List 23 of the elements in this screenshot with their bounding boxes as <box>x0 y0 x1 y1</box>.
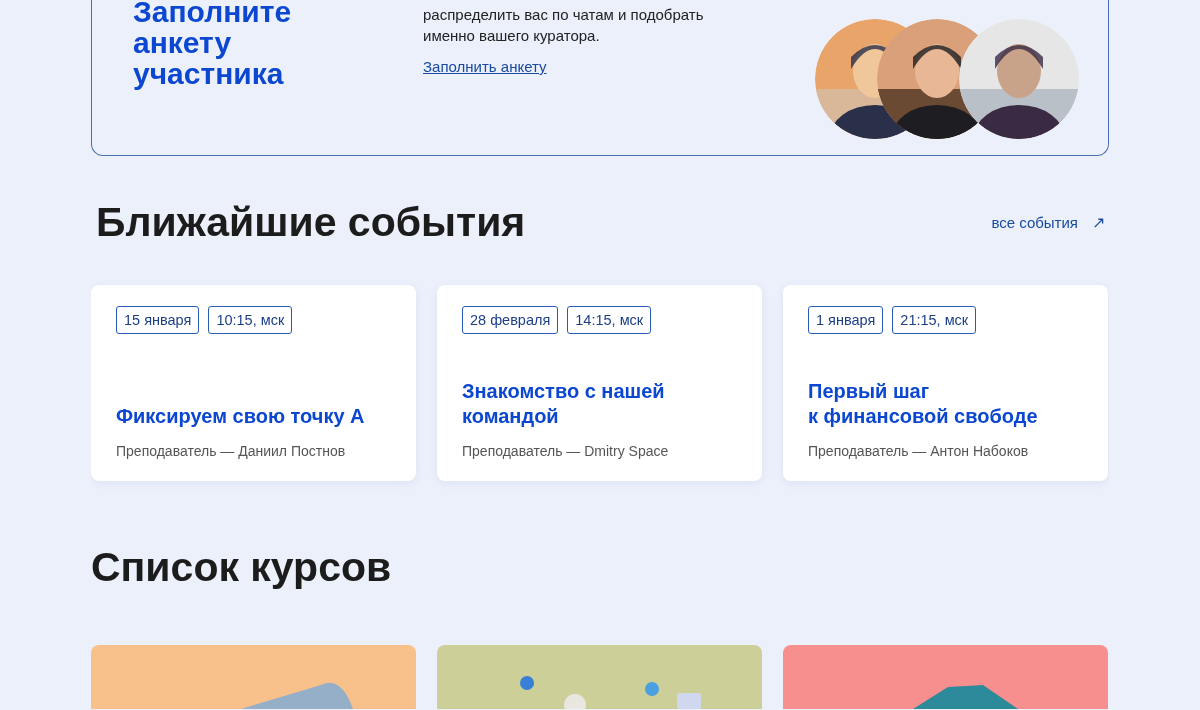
time-tag: 14:15, мск <box>567 306 652 334</box>
event-card[interactable]: 15 января 10:15, мск Фиксируем свою точку А Преподаватель — Даниил Постнов <box>91 285 416 481</box>
banner-heading: участника <box>133 58 285 89</box>
section-heading: Список курсов <box>91 543 393 592</box>
date-tag: 28 февраля <box>462 306 559 334</box>
all-events-link[interactable]: все события ↗ <box>991 212 1105 232</box>
teacher-name: Преподаватель — Антон Набоков <box>808 443 1030 459</box>
time-tag: 21:15, мск <box>892 306 977 334</box>
time-tag: 10:15, мск <box>208 306 293 334</box>
fill-form-link[interactable]: Заполнить анкету <box>423 58 547 75</box>
event-title: Знакомство с нашей командой <box>462 379 666 429</box>
teacher-name: Преподаватель — Dmitry Space <box>462 443 670 459</box>
banner-heading: Заполните <box>133 0 293 27</box>
date-tag: 1 января <box>808 306 884 334</box>
banner-heading: анкету <box>133 27 233 58</box>
event-title: Первый шаг к финансовой свободе <box>808 379 1039 429</box>
banner-text: распределить вас по чатам и подобрать именно вашего куратора. <box>423 5 705 46</box>
teacher-name: Преподаватель — Даниил Постнов <box>116 443 347 459</box>
date-tag: 15 января <box>116 306 200 334</box>
section-heading: Ближайшие события <box>96 198 526 247</box>
event-title: Фиксируем свою точку А <box>116 404 366 429</box>
event-card[interactable]: 28 февраля 14:15, мск Знакомство с нашей командой Преподаватель — Dmitry Space <box>437 285 762 481</box>
event-card[interactable]: 1 января 21:15, мск Первый шаг к финансовой свободе Преподаватель — Антон Набоков <box>783 285 1108 481</box>
